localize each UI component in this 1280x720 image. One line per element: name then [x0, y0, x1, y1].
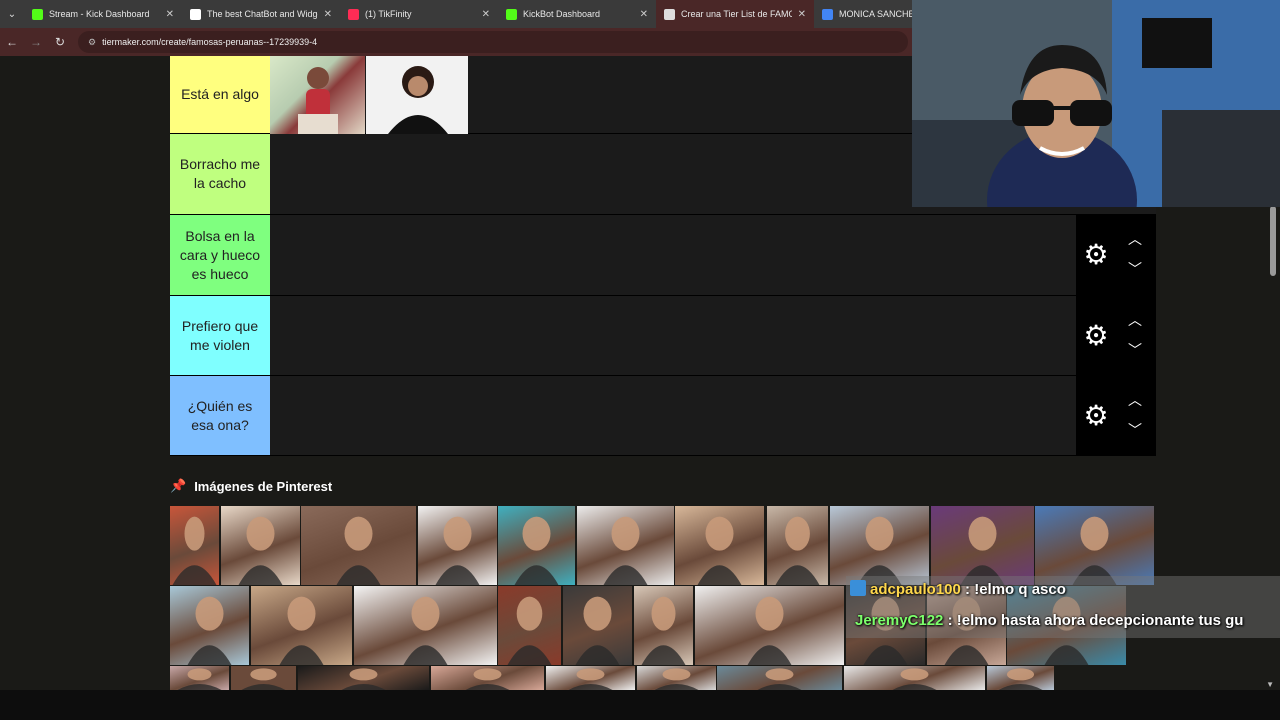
- pool-image[interactable]: [1035, 506, 1154, 585]
- pool-image[interactable]: [170, 666, 229, 690]
- tier-label[interactable]: Prefiero que me violen: [170, 296, 270, 375]
- close-tab-icon[interactable]: ✕: [640, 9, 648, 20]
- move-up-icon[interactable]: ︿: [1124, 393, 1146, 407]
- browser-tab[interactable]: Crear una Tier List de FAMOSAS ✕: [656, 0, 814, 28]
- chat-message: JeremyC122 : !elmo hasta ahora decepcion…: [855, 612, 1243, 629]
- reload-icon[interactable]: ↻: [48, 35, 72, 49]
- scroll-down-icon[interactable]: ▼: [1266, 680, 1274, 689]
- tier-label[interactable]: Borracho me la cacho: [170, 134, 270, 214]
- pool-image[interactable]: [498, 586, 561, 665]
- tier-controls: ⚙ ︿ ﹀: [1076, 215, 1156, 295]
- browser-tab[interactable]: (1) TikFinity ✕: [340, 0, 498, 28]
- move-down-icon[interactable]: ﹀: [1124, 423, 1146, 437]
- pool-image[interactable]: [695, 586, 844, 665]
- url-text: tiermaker.com/create/famosas-peruanas--1…: [102, 37, 318, 47]
- pool-image[interactable]: [767, 506, 828, 585]
- chat-text: : !elmo hasta ahora decepcionante tus gu: [943, 612, 1244, 629]
- pool-image[interactable]: [675, 506, 764, 585]
- kickbot-icon: [506, 8, 517, 20]
- gear-icon[interactable]: ⚙: [1082, 321, 1110, 350]
- pool-image[interactable]: [170, 506, 219, 585]
- pool-image[interactable]: [431, 666, 544, 690]
- pool-image[interactable]: [637, 666, 716, 690]
- pool-image[interactable]: [231, 666, 296, 690]
- tab-title: The best ChatBot and Widgets: [207, 9, 318, 19]
- close-tab-icon[interactable]: ✕: [482, 9, 490, 20]
- pool-image[interactable]: [987, 666, 1054, 690]
- chat-username: JeremyC122: [855, 612, 944, 629]
- move-down-icon[interactable]: ﹀: [1124, 343, 1146, 357]
- pool-image[interactable]: [577, 506, 674, 585]
- pool-image[interactable]: [844, 666, 985, 690]
- move-down-icon[interactable]: ﹀: [1124, 262, 1146, 276]
- chat-message: adcpaulo100 : !elmo q asco: [850, 580, 1066, 598]
- pool-image[interactable]: [298, 666, 429, 690]
- webcam-overlay: [912, 0, 1280, 207]
- tier-label[interactable]: ¿Quién es esa ona?: [170, 376, 270, 455]
- chat-username: adcpaulo100: [870, 581, 961, 598]
- kick-icon: [32, 8, 43, 20]
- pool-image[interactable]: [221, 506, 300, 585]
- pool-image[interactable]: [634, 586, 693, 665]
- pinterest-section-title: 📌 Imágenes de Pinterest: [170, 478, 332, 494]
- tab-search-icon[interactable]: ⌄: [0, 0, 24, 28]
- move-up-icon[interactable]: ︿: [1124, 232, 1146, 246]
- tab-title: (1) TikFinity: [365, 9, 412, 19]
- scrollbar-thumb[interactable]: [1270, 206, 1276, 276]
- pool-image[interactable]: [170, 586, 249, 665]
- pool-image[interactable]: [301, 506, 416, 585]
- close-tab-icon[interactable]: ✕: [324, 9, 332, 20]
- person-photo: [388, 66, 448, 134]
- tier-controls: ⚙ ︿ ﹀: [1076, 296, 1156, 375]
- pool-image[interactable]: [546, 666, 635, 690]
- tier-label[interactable]: Bolsa en la cara y hueco es hueco: [170, 215, 270, 295]
- tab-title: KickBot Dashboard: [523, 9, 601, 19]
- chat-badge-icon: [850, 580, 866, 596]
- person-photo: [298, 67, 338, 134]
- tier-row: Bolsa en la cara y hueco es hueco ⚙ ︿ ﹀: [170, 215, 1156, 296]
- google-icon: [822, 8, 833, 20]
- move-up-icon[interactable]: ︿: [1124, 313, 1146, 327]
- pushpin-icon: 📌: [170, 478, 187, 493]
- pool-image[interactable]: [251, 586, 352, 665]
- tab-title: Crear una Tier List de FAMOSAS: [681, 9, 792, 19]
- browser-tab[interactable]: KickBot Dashboard ✕: [498, 0, 656, 28]
- tier-row: Prefiero que me violen ⚙ ︿ ﹀: [170, 296, 1156, 376]
- pool-image[interactable]: [563, 586, 632, 665]
- url-field[interactable]: ⚙ tiermaker.com/create/famosas-peruanas-…: [78, 31, 908, 53]
- tier-row: ¿Quién es esa ona? ⚙ ︿ ﹀: [170, 376, 1156, 456]
- pool-image[interactable]: [418, 506, 497, 585]
- forward-icon[interactable]: →: [24, 35, 48, 49]
- diamond-icon: [190, 8, 201, 20]
- pool-image[interactable]: [354, 586, 497, 665]
- back-icon[interactable]: ←: [0, 35, 24, 49]
- tab-title: Stream - Kick Dashboard: [49, 9, 150, 19]
- tier-label[interactable]: Está en algo: [170, 56, 270, 133]
- pool-image[interactable]: [931, 506, 1034, 585]
- browser-tab[interactable]: Stream - Kick Dashboard ✕: [24, 0, 182, 28]
- gear-icon[interactable]: ⚙: [1082, 401, 1110, 430]
- tier-image[interactable]: [366, 56, 468, 134]
- browser-tab[interactable]: The best ChatBot and Widgets ✕: [182, 0, 340, 28]
- tier-controls: ⚙ ︿ ﹀: [1076, 376, 1156, 455]
- streamer-video: [912, 0, 1280, 207]
- tier-image[interactable]: [270, 56, 365, 134]
- pool-image[interactable]: [830, 506, 929, 585]
- pool-image[interactable]: [717, 666, 842, 690]
- pool-image[interactable]: [498, 506, 575, 585]
- close-tab-icon[interactable]: ✕: [166, 9, 174, 20]
- taskbar: [0, 690, 1280, 720]
- chat-text: : !elmo q asco: [960, 581, 1066, 598]
- site-info-icon[interactable]: ⚙: [88, 37, 96, 48]
- tikfinity-icon: [348, 8, 359, 20]
- tiermaker-icon: [664, 8, 675, 20]
- close-tab-icon[interactable]: ✕: [798, 9, 806, 20]
- gear-icon[interactable]: ⚙: [1082, 241, 1110, 269]
- pinterest-title-text: Imágenes de Pinterest: [194, 478, 333, 494]
